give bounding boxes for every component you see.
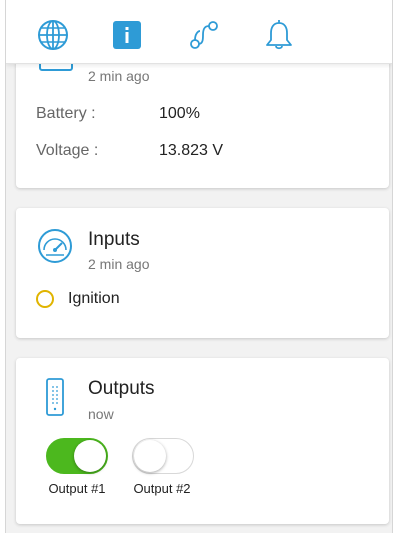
power-updated-time: 2 min ago: [88, 68, 150, 84]
outputs-card: Outputs now Output #1 Output #2: [16, 358, 389, 524]
ignition-label: Ignition: [68, 290, 120, 307]
info-icon: [112, 20, 142, 50]
battery-value: 100%: [159, 105, 200, 122]
outputs-title: Outputs: [88, 378, 155, 399]
gauge-icon: [37, 228, 73, 269]
voltage-value: 13.823 V: [159, 142, 224, 159]
app-frame: 2 min ago Battery : 100% Voltage : 13.82…: [5, 0, 393, 533]
route-icon: [188, 19, 220, 51]
bell-icon: [264, 19, 294, 51]
output-2-label: Output #2: [133, 481, 191, 496]
tab-notifications[interactable]: [262, 18, 296, 52]
tab-route[interactable]: [187, 18, 221, 52]
globe-icon: [37, 19, 69, 51]
toggle-knob: [134, 440, 166, 472]
tab-info[interactable]: [110, 18, 144, 52]
output-1-label: Output #1: [48, 481, 106, 496]
outputs-updated-time: now: [88, 406, 114, 422]
toggle-knob: [74, 440, 106, 472]
voltage-label: Voltage :: [36, 142, 99, 159]
remote-icon: [45, 378, 65, 421]
battery-label: Battery :: [36, 105, 96, 122]
inputs-updated-time: 2 min ago: [88, 256, 150, 272]
inputs-card: Inputs 2 min ago Ignition: [16, 208, 389, 338]
inputs-title: Inputs: [88, 229, 140, 250]
top-tab-bar: [6, 0, 392, 64]
output-2-toggle[interactable]: [132, 438, 194, 474]
output-1-toggle[interactable]: [46, 438, 108, 474]
ignition-status-indicator: [36, 290, 54, 308]
tab-globe[interactable]: [36, 18, 70, 52]
